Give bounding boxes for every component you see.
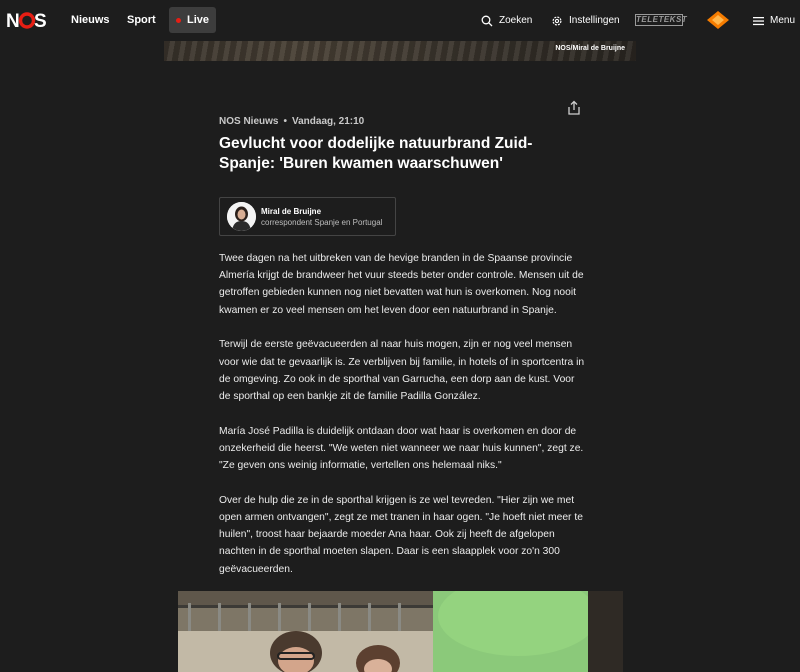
top-navigation: N S Nieuws Sport Live Zoeken Instellinge…	[0, 0, 800, 41]
gear-icon	[552, 15, 562, 26]
nos-logo[interactable]: N S	[6, 10, 46, 30]
author-avatar	[227, 202, 256, 231]
live-label: Live	[186, 14, 209, 26]
svg-text:S: S	[34, 11, 46, 30]
article-meta: NOS Nieuws • Vandaag, 21:10	[219, 116, 364, 127]
search-button[interactable]: Zoeken	[481, 0, 532, 41]
article-photo-scene	[178, 591, 623, 672]
search-label: Zoeken	[499, 15, 533, 26]
author-name: Miral de Bruijne	[261, 207, 322, 216]
article-body: Twee dagen na het uitbreken van de hevig…	[219, 250, 585, 595]
menu-button[interactable]: Menu	[753, 0, 795, 41]
article-title: Gevlucht voor dodelijke natuurbrand Zuid…	[219, 135, 533, 172]
hamburger-menu-icon	[753, 16, 764, 25]
meta-separator: •	[283, 116, 287, 127]
settings-button[interactable]: Instellingen	[551, 0, 620, 41]
author-card[interactable]: Miral de Bruijne correspondent Spanje en…	[219, 197, 396, 236]
nav-link-nieuws[interactable]: Nieuws	[71, 0, 110, 41]
hero-image-credit: NOS/Miral de Bruijne	[555, 45, 625, 52]
hero-image: NOS/Miral de Bruijne	[164, 41, 636, 61]
author-portrait-icon	[227, 202, 256, 231]
article-paragraph: Over de hulp die ze in de sporthal krijg…	[219, 494, 583, 575]
search-icon	[481, 15, 493, 26]
article-paragraph: Terwijl de eerste geëvacueerden al naar …	[219, 339, 585, 402]
npo-logo[interactable]	[707, 11, 729, 29]
svg-text:N: N	[6, 11, 19, 30]
menu-label: Menu	[770, 15, 796, 26]
article-photo	[178, 591, 623, 672]
live-indicator-icon	[175, 17, 181, 23]
article-paragraph: María José Padilla is duidelijk ontdaan …	[219, 425, 584, 472]
article-source[interactable]: NOS Nieuws	[219, 116, 278, 127]
nav-link-sport[interactable]: Sport	[127, 0, 156, 41]
article-paragraph: Twee dagen na het uitbreken van de hevig…	[219, 253, 584, 316]
author-role: correspondent Spanje en Portugal	[261, 218, 383, 227]
settings-label: Instellingen	[569, 15, 620, 26]
teletekst-link[interactable]: TELETEKST	[635, 14, 687, 26]
live-button[interactable]: Live	[169, 7, 216, 33]
article-timestamp: Vandaag, 21:10	[291, 116, 365, 127]
share-icon[interactable]	[566, 100, 582, 116]
